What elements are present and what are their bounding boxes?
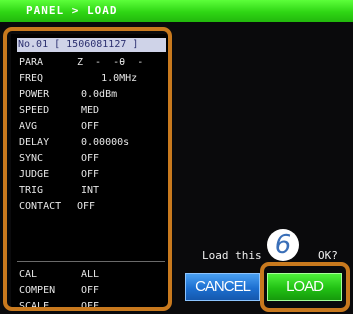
step-number-badge: 6 [267,229,299,261]
load-confirm-question: OK? [318,249,338,262]
panel-highlight-frame [3,27,172,311]
title-bar: PANEL > LOAD [0,0,353,22]
load-button-highlight-frame [260,262,350,312]
cancel-button[interactable]: CANCEL [185,273,260,301]
load-confirm-prompt: Load this [202,249,262,262]
load-screen: PANEL > LOAD No.01 [ 1506081127 ] PARA Z… [0,0,353,314]
screen-title: PANEL > LOAD [26,4,118,17]
